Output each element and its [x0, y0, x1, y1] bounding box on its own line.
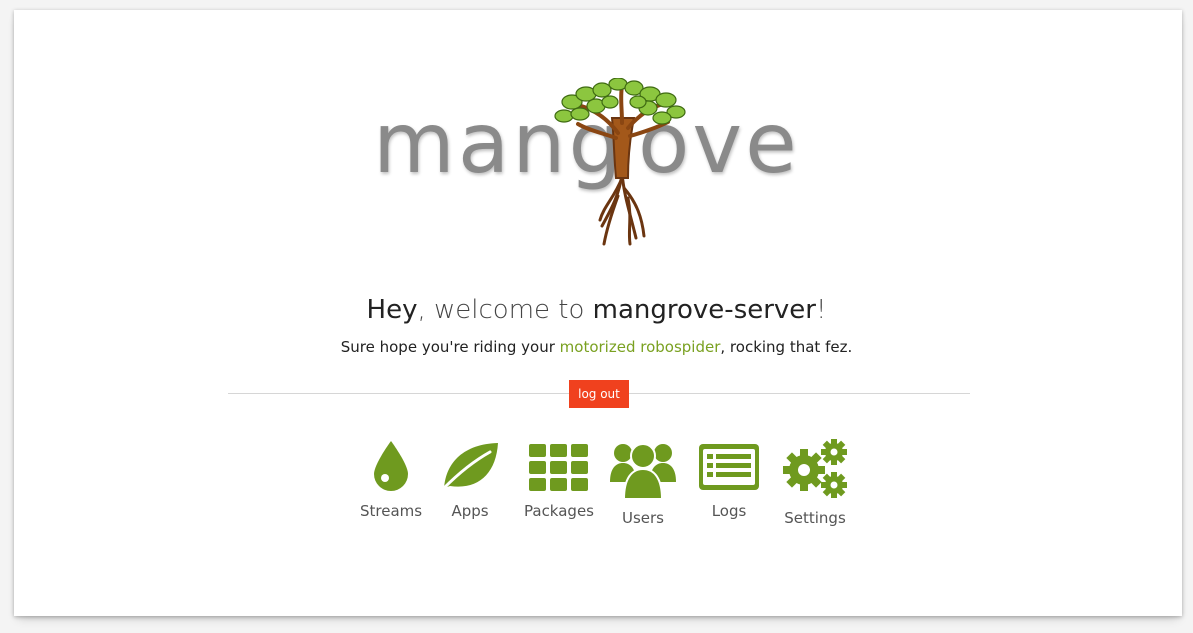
nav-settings[interactable]: Settings: [782, 438, 848, 527]
subtitle-before: Sure hope you're riding your: [340, 338, 560, 356]
nav-label-packages: Packages: [524, 502, 594, 520]
welcome-subtitle: Sure hope you're riding your motorized r…: [0, 337, 1193, 357]
welcome-server-name: mangrove-server: [592, 295, 816, 325]
mangrove-tree-icon: [554, 78, 686, 246]
welcome-end: !: [816, 295, 827, 325]
nav-label-users: Users: [621, 509, 664, 527]
nav-label-logs: Logs: [711, 502, 747, 520]
nav-users[interactable]: Users: [610, 438, 676, 527]
nav-label-streams: Streams: [360, 502, 423, 520]
list-icon: [699, 444, 759, 490]
robospider-link[interactable]: motorized robospider: [560, 338, 721, 356]
leaf-icon: [442, 443, 498, 490]
drop-icon: [374, 441, 409, 491]
users-icon: [610, 443, 676, 499]
logout-button[interactable]: log out: [569, 380, 629, 408]
nav-streams[interactable]: Streams: [360, 438, 422, 520]
welcome-middle: , welcome to: [417, 295, 593, 325]
nav-packages[interactable]: Packages: [524, 438, 594, 520]
grid-icon: [529, 444, 588, 491]
nav-label-apps: Apps: [451, 502, 489, 520]
nav-label-settings: Settings: [784, 509, 846, 527]
welcome-heading: Hey, welcome to mangrove-server!: [0, 294, 1193, 326]
welcome-hey: Hey: [366, 295, 418, 325]
gears-icon: [783, 439, 847, 498]
nav-apps[interactable]: Apps: [440, 438, 500, 520]
subtitle-after: , rocking that fez.: [720, 338, 853, 356]
nav-logs[interactable]: Logs: [698, 438, 760, 520]
